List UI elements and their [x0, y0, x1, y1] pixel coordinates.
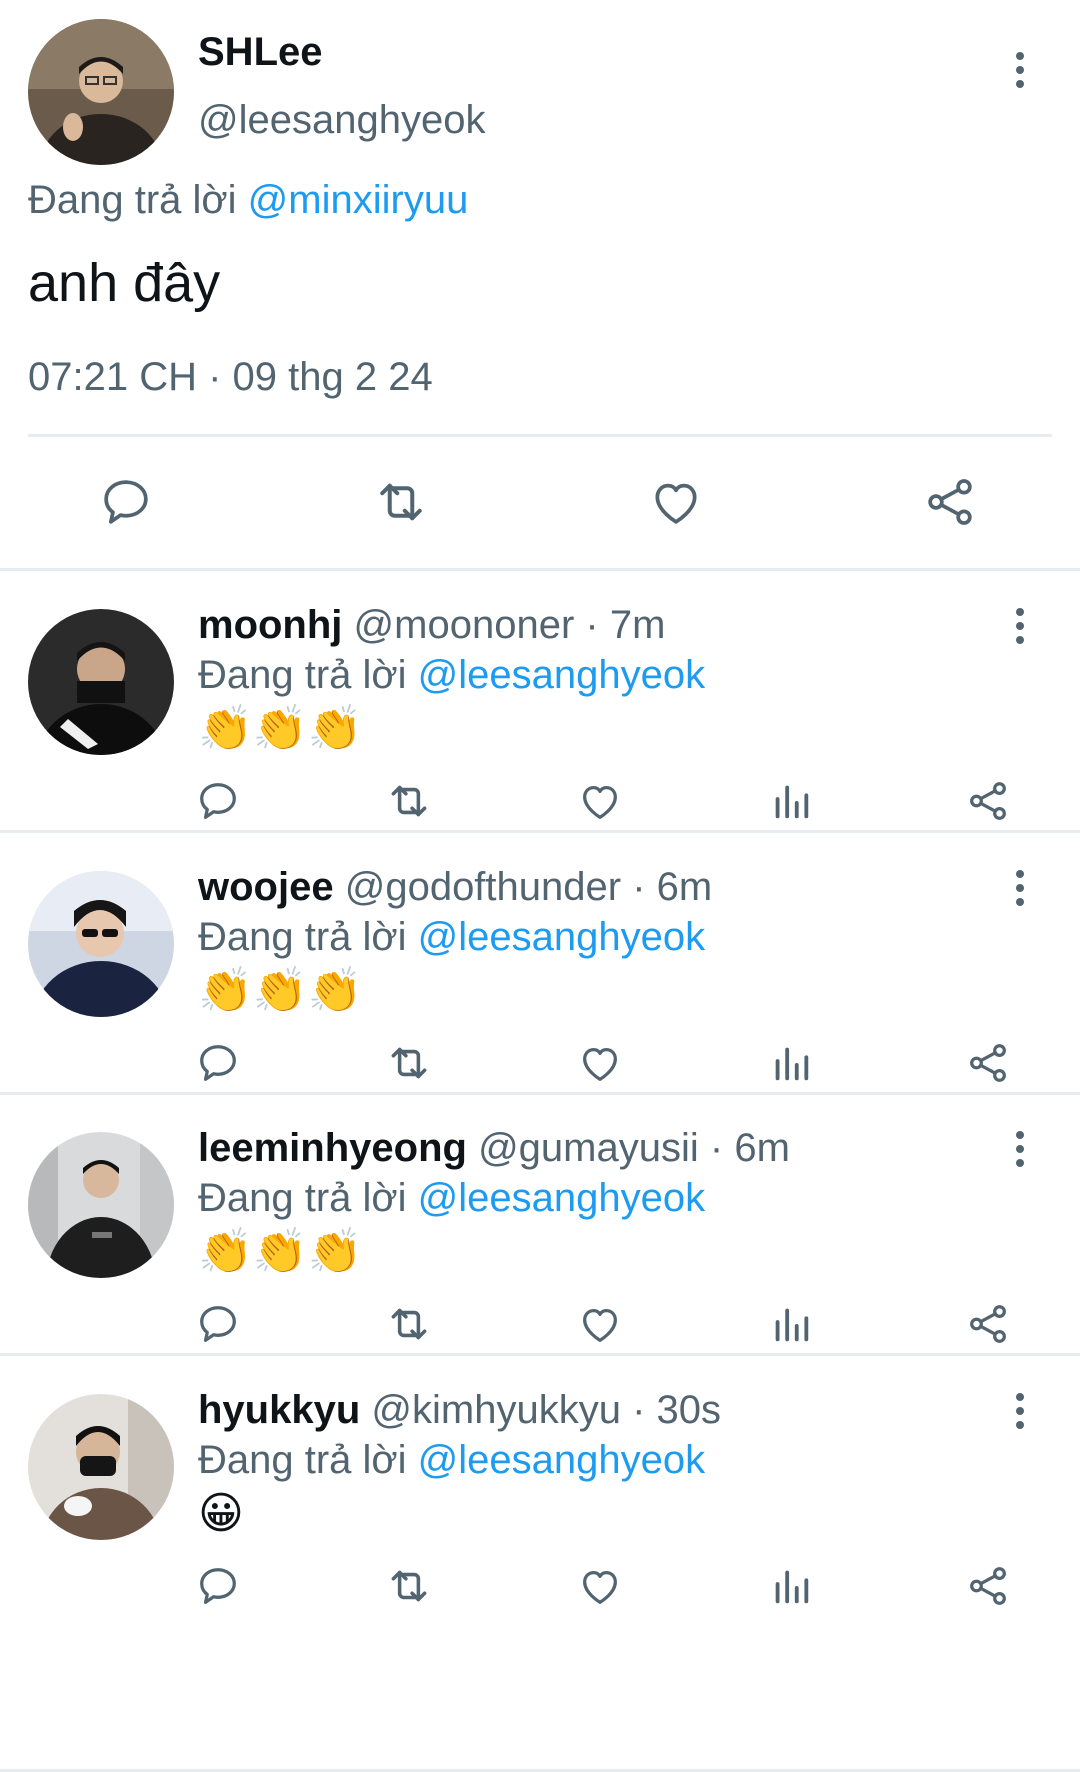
reply-tweet[interactable]: hyukkyu @kimhyukkyu · 30s Đang trả lời @… [0, 1356, 1080, 1772]
main-tweet: SHLee @leesanghyeok Đang trả lời @minxii… [0, 0, 1080, 570]
reply-icon[interactable] [190, 1296, 246, 1352]
user-handle[interactable]: @leesanghyeok [198, 98, 485, 143]
share-icon[interactable] [960, 773, 1016, 829]
replying-to-label: Đang trả lời @minxiiryuu [28, 178, 468, 223]
replying-to-label: Đang trả lời @leesanghyeok [198, 1176, 705, 1221]
display-name[interactable]: moonhj [198, 603, 342, 647]
replying-to-label: Đang trả lời @leesanghyeok [198, 1438, 705, 1483]
display-name[interactable]: SHLee [198, 30, 323, 75]
views-icon[interactable] [763, 773, 819, 829]
tweet-text: anh đây [28, 253, 221, 313]
replying-to-mention[interactable]: @leesanghyeok [418, 1438, 705, 1482]
avatar[interactable] [28, 609, 174, 755]
reply-tweet[interactable]: leeminhyeong @gumayusii · 6m Đang trả lờ… [0, 1094, 1080, 1356]
replying-prefix: Đang trả lời [28, 178, 237, 222]
share-icon[interactable] [918, 470, 982, 534]
like-icon[interactable] [572, 773, 628, 829]
reply-content: 👏👏👏 [198, 966, 363, 1015]
display-name[interactable]: hyukkyu [198, 1388, 360, 1432]
retweet-icon[interactable] [381, 1035, 437, 1091]
replying-prefix: Đang trả lời [198, 653, 407, 697]
reply-time: · 7m [585, 603, 666, 647]
reply-tweet[interactable]: moonhj @moononer · 7m Đang trả lời @lees… [0, 571, 1080, 833]
replying-to-mention[interactable]: @leesanghyeok [418, 915, 705, 959]
reply-content: 👏👏👏 [198, 1227, 363, 1276]
views-icon[interactable] [763, 1296, 819, 1352]
reply-icon[interactable] [94, 470, 158, 534]
share-icon[interactable] [960, 1558, 1016, 1614]
display-name[interactable]: woojee [198, 865, 334, 909]
reply-time: · 6m [709, 1126, 790, 1170]
user-handle[interactable]: @kimhyukkyu [371, 1388, 621, 1432]
views-icon[interactable] [763, 1035, 819, 1091]
retweet-icon[interactable] [381, 1296, 437, 1352]
replying-to-mention[interactable]: @leesanghyeok [418, 1176, 705, 1220]
reply-time: · 30s [632, 1388, 722, 1432]
like-icon[interactable] [572, 1296, 628, 1352]
like-icon[interactable] [572, 1035, 628, 1091]
replying-prefix: Đang trả lời [198, 1176, 407, 1220]
reply-content: 👏👏👏 [198, 704, 363, 753]
replying-to-mention[interactable]: @minxiiryuu [248, 178, 469, 222]
reply-header: leeminhyeong @gumayusii · 6m [198, 1126, 790, 1171]
tweet-timestamp: 07:21 CH · 09 thg 2 24 [28, 355, 433, 399]
avatar[interactable] [28, 19, 174, 165]
replying-prefix: Đang trả lời [198, 915, 407, 959]
avatar[interactable] [28, 1394, 174, 1540]
more-options-icon[interactable] [1008, 601, 1032, 651]
more-options-icon[interactable] [1008, 45, 1032, 95]
reply-content: 😀 [198, 1489, 244, 1538]
reply-header: moonhj @moononer · 7m [198, 603, 665, 648]
retweet-icon[interactable] [381, 773, 437, 829]
replying-to-label: Đang trả lời @leesanghyeok [198, 915, 705, 960]
divider [28, 434, 1052, 437]
reply-icon[interactable] [190, 1558, 246, 1614]
replying-to-label: Đang trả lời @leesanghyeok [198, 653, 705, 698]
reply-icon[interactable] [190, 1035, 246, 1091]
user-handle[interactable]: @gumayusii [478, 1126, 699, 1170]
replying-to-mention[interactable]: @leesanghyeok [418, 653, 705, 697]
reply-tweet[interactable]: woojee @godofthunder · 6m Đang trả lời @… [0, 833, 1080, 1095]
user-handle[interactable]: @moononer [354, 603, 575, 647]
share-icon[interactable] [960, 1296, 1016, 1352]
avatar[interactable] [28, 1132, 174, 1278]
like-icon[interactable] [572, 1558, 628, 1614]
reply-header: woojee @godofthunder · 6m [198, 865, 712, 910]
more-options-icon[interactable] [1008, 863, 1032, 913]
reply-time: · 6m [632, 865, 713, 909]
views-icon[interactable] [763, 1558, 819, 1614]
reply-header: hyukkyu @kimhyukkyu · 30s [198, 1388, 721, 1433]
reply-icon[interactable] [190, 773, 246, 829]
retweet-icon[interactable] [381, 1558, 437, 1614]
more-options-icon[interactable] [1008, 1124, 1032, 1174]
like-icon[interactable] [644, 470, 708, 534]
retweet-icon[interactable] [369, 470, 433, 534]
share-icon[interactable] [960, 1035, 1016, 1091]
more-options-icon[interactable] [1008, 1386, 1032, 1436]
user-handle[interactable]: @godofthunder [345, 865, 621, 909]
display-name[interactable]: leeminhyeong [198, 1126, 467, 1170]
avatar[interactable] [28, 871, 174, 1017]
replying-prefix: Đang trả lời [198, 1438, 407, 1482]
